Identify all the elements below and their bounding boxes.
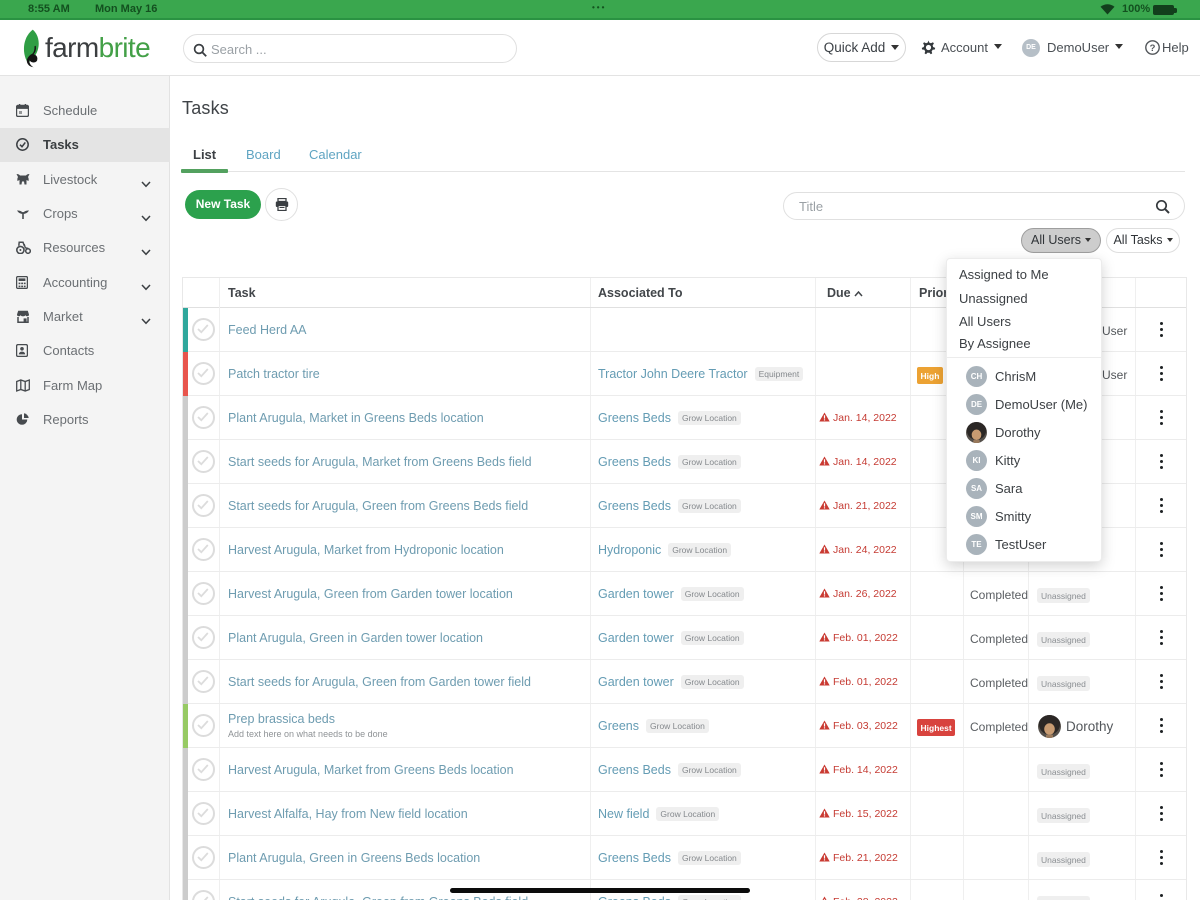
svg-text:?: ? — [1150, 43, 1156, 54]
